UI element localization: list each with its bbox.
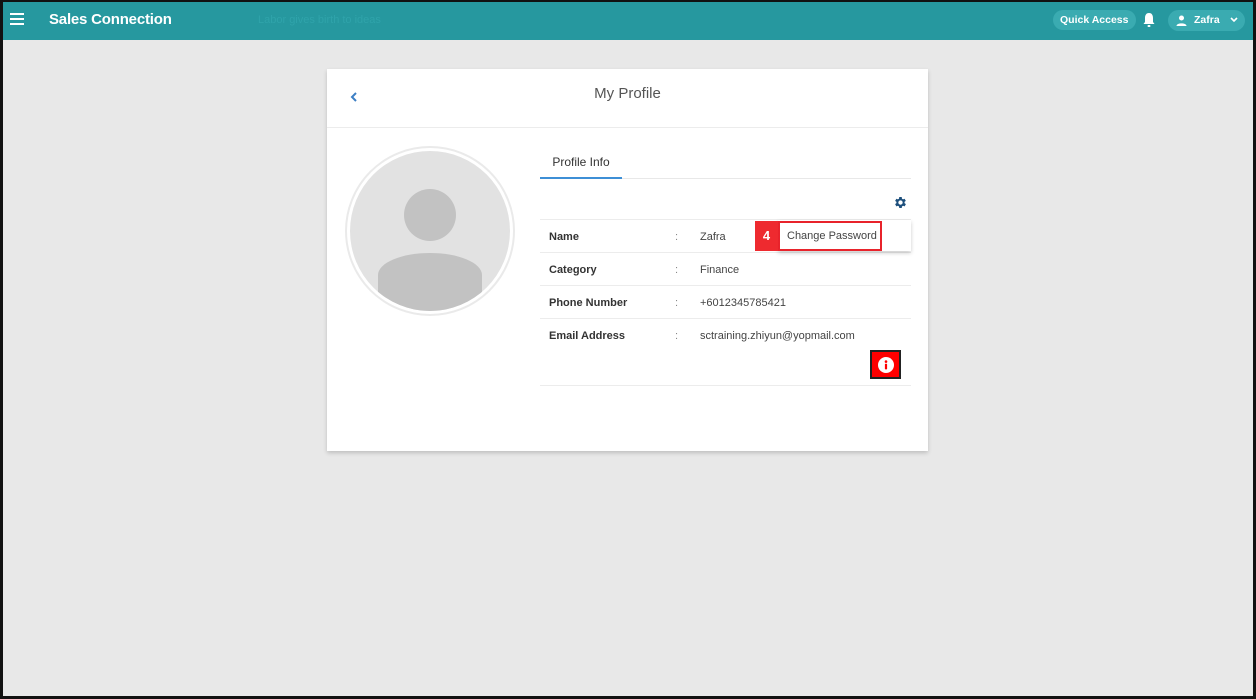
settings-dropdown-menu: Change Password <box>778 220 911 251</box>
field-separator: : <box>675 231 679 243</box>
avatar <box>345 146 515 316</box>
hamburger-menu-icon[interactable] <box>10 13 24 25</box>
profile-card: My Profile Profile Info Name : Zafra Cat… <box>327 69 928 451</box>
field-separator: : <box>675 264 679 276</box>
user-name: Zafra <box>1194 14 1220 26</box>
change-password-menu-item[interactable]: Change Password <box>778 221 882 251</box>
info-icon <box>878 357 894 373</box>
field-value: Zafra <box>700 231 726 243</box>
step-number-badge: 4 <box>755 221 778 251</box>
info-button[interactable] <box>870 350 901 379</box>
field-label: Name <box>549 231 579 243</box>
field-separator: : <box>675 297 679 309</box>
page-title: My Profile <box>594 85 661 102</box>
tab-profile-info[interactable]: Profile Info <box>540 151 622 179</box>
profile-tabs: Profile Info <box>540 151 911 179</box>
tagline: Labor gives birth to ideas <box>258 14 381 26</box>
field-row-email: Email Address : sctraining.zhiyun@yopmai… <box>540 318 911 386</box>
field-label: Phone Number <box>549 297 628 309</box>
field-label: Category <box>549 264 597 276</box>
card-header: My Profile <box>327 69 928 128</box>
quick-access-button[interactable]: Quick Access <box>1053 10 1136 30</box>
user-menu-button[interactable]: Zafra <box>1168 10 1245 31</box>
user-icon <box>1176 15 1187 26</box>
field-value: +6012345785421 <box>700 297 786 309</box>
top-navbar: Sales Connection Labor gives birth to id… <box>0 0 1256 40</box>
field-row-phone: Phone Number : +6012345785421 <box>540 285 911 318</box>
field-separator: : <box>675 330 679 342</box>
chevron-down-icon <box>1230 17 1238 23</box>
field-row-category: Category : Finance <box>540 252 911 285</box>
field-label: Email Address <box>549 330 626 342</box>
notification-bell-icon[interactable] <box>1142 12 1156 28</box>
field-value: Finance <box>700 264 740 276</box>
app-title[interactable]: Sales Connection <box>49 11 172 28</box>
field-value: sctraining.zhiyun@yopmail.com <box>700 330 855 342</box>
avatar-placeholder-icon <box>350 151 510 311</box>
gear-icon[interactable] <box>893 195 908 210</box>
